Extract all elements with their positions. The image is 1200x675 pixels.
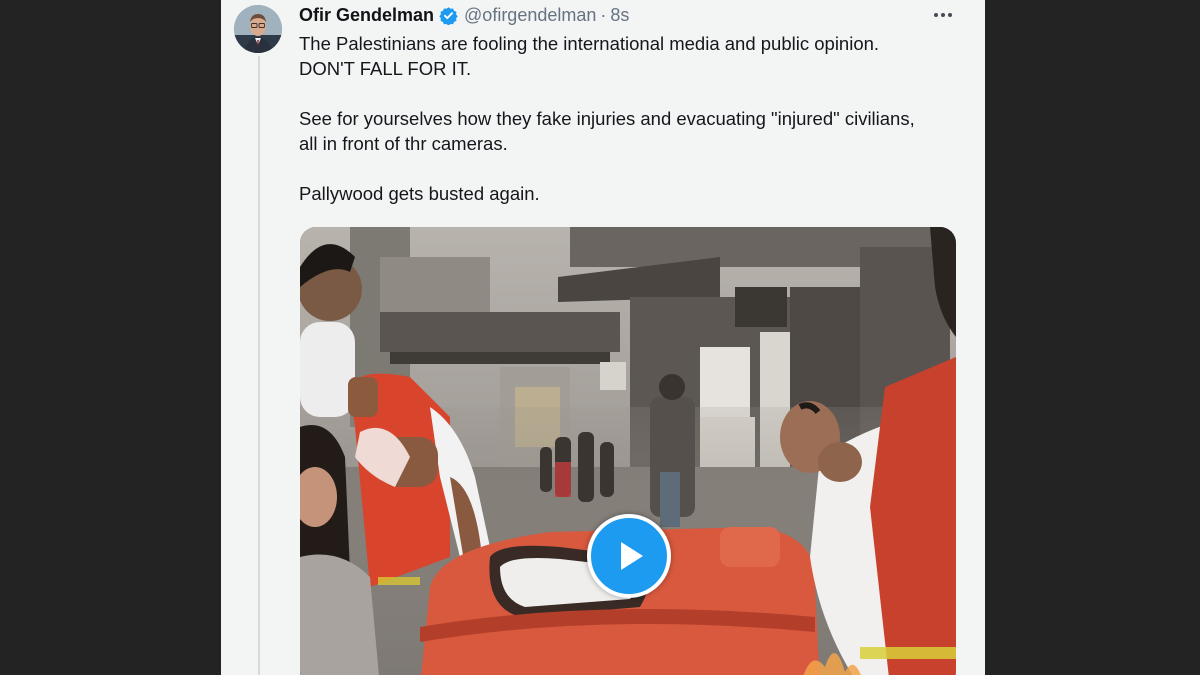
tweet-text-line: all in front of thr cameras.: [299, 133, 508, 154]
author-display-name[interactable]: Ofir Gendelman: [299, 5, 434, 26]
more-options-icon[interactable]: [934, 6, 956, 24]
letterbox-right: [985, 0, 1200, 675]
video-thumbnail: [300, 227, 956, 675]
tweet-card[interactable]: Ofir Gendelman @ofirgendelman · 8s The P…: [221, 0, 985, 675]
author-handle[interactable]: @ofirgendelman: [464, 5, 596, 26]
play-button[interactable]: [587, 514, 671, 598]
tweet-text: The Palestinians are fooling the interna…: [299, 31, 979, 206]
verified-badge-icon: [439, 6, 458, 26]
tweet-text-line: The Palestinians are fooling the interna…: [299, 33, 880, 54]
thread-line: [258, 56, 260, 675]
video-player[interactable]: [300, 227, 956, 675]
header-separator: ·: [600, 4, 607, 25]
avatar-photo: [234, 5, 282, 53]
play-icon: [621, 542, 643, 570]
tweet-text-line: DON'T FALL FOR IT.: [299, 58, 472, 79]
tweet-text-line: Pallywood gets busted again.: [299, 183, 540, 204]
tweet-timestamp[interactable]: 8s: [610, 5, 629, 26]
tweet-header: Ofir Gendelman @ofirgendelman · 8s: [299, 4, 629, 26]
avatar[interactable]: [234, 5, 282, 53]
letterbox-left: [0, 0, 221, 675]
tweet-text-line: See for yourselves how they fake injurie…: [299, 108, 915, 129]
